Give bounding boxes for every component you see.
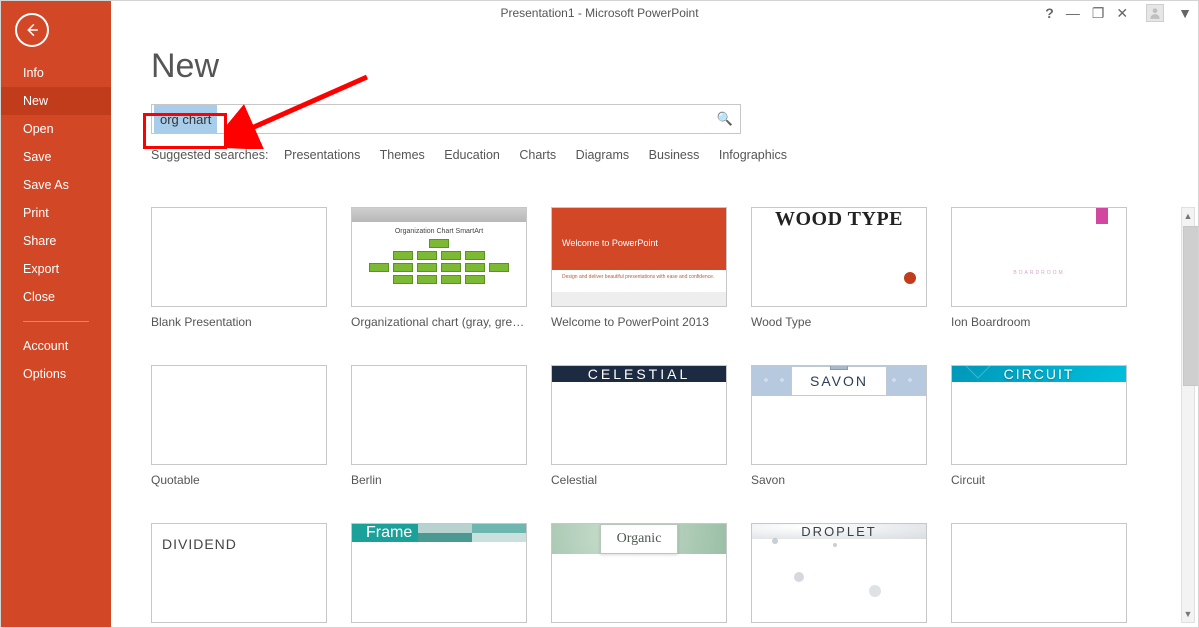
- account-avatar[interactable]: [1146, 4, 1164, 22]
- scroll-up-icon[interactable]: ▲: [1182, 208, 1194, 224]
- template-tile[interactable]: OrganicOrganic: [551, 523, 727, 627]
- template-tile[interactable]: DROPLETDroplet: [751, 523, 927, 627]
- sidebar-item-save-as[interactable]: Save As: [1, 171, 111, 199]
- suggested-presentations[interactable]: Presentations: [284, 148, 360, 162]
- suggested-charts[interactable]: Charts: [519, 148, 556, 162]
- sidebar-item-export[interactable]: Export: [1, 255, 111, 283]
- title-bar: Presentation1 - Microsoft PowerPoint ? —…: [1, 1, 1198, 25]
- template-tile[interactable]: CIRCUIT Circuit: [951, 365, 1127, 487]
- template-thumb: MAIN EVENT: [951, 523, 1127, 623]
- scrollbar-thumb[interactable]: [1183, 226, 1198, 386]
- template-name: Blank Presentation: [151, 315, 327, 329]
- template-name: Wood Type: [751, 315, 927, 329]
- template-thumb: CELESTIAL: [551, 365, 727, 465]
- suggested-searches: Suggested searches: Presentations Themes…: [151, 148, 1198, 162]
- template-thumb: Quotable: [151, 365, 327, 465]
- suggested-education[interactable]: Education: [444, 148, 500, 162]
- template-tile[interactable]: Organization Chart SmartArt Organizationa…: [351, 207, 527, 329]
- sidebar-item-open[interactable]: Open: [1, 115, 111, 143]
- search-button[interactable]: 🔍: [710, 105, 740, 133]
- template-thumb: DROPLET: [751, 523, 927, 623]
- person-icon: [1148, 6, 1162, 20]
- gallery-scrollbar[interactable]: ▲ ▼: [1181, 207, 1195, 623]
- back-button[interactable]: [15, 13, 49, 47]
- suggested-business[interactable]: Business: [649, 148, 700, 162]
- window-title: Presentation1 - Microsoft PowerPoint: [1, 1, 1198, 25]
- search-input[interactable]: [152, 105, 710, 133]
- template-thumb: SAVON: [751, 365, 927, 465]
- template-name: Berlin: [351, 473, 527, 487]
- close-button[interactable]: ✕: [1116, 1, 1128, 25]
- template-thumb: [151, 207, 327, 307]
- sidebar-item-account[interactable]: Account: [1, 332, 111, 360]
- template-thumb: CIRCUIT: [951, 365, 1127, 465]
- template-name: Savon: [751, 473, 927, 487]
- template-thumb: IONBOARDROOM: [951, 207, 1127, 307]
- template-tile[interactable]: MAIN EVENTMain Event: [951, 523, 1127, 627]
- template-tile[interactable]: Welcome to PowerPointDesign and deliver …: [551, 207, 727, 329]
- window-controls: ? — ❐ ✕ ▼: [1045, 1, 1192, 25]
- template-thumb: DIVIDEND: [151, 523, 327, 623]
- main-content: New 🔍 Suggested searches: Presentations …: [111, 25, 1198, 627]
- template-tile[interactable]: IONBOARDROOM Ion Boardroom: [951, 207, 1127, 329]
- page-title: New: [151, 47, 1198, 86]
- suggested-label: Suggested searches:: [151, 148, 268, 162]
- sidebar-separator: [23, 321, 89, 322]
- sidebar-item-new[interactable]: New: [1, 87, 111, 115]
- template-tile[interactable]: SAVON Savon: [751, 365, 927, 487]
- sidebar-item-info[interactable]: Info: [1, 59, 111, 87]
- template-thumb: WOOD TYPE: [751, 207, 927, 307]
- template-thumb: Frame: [351, 523, 527, 623]
- file-menu: Info New Open Save Save As Print Share E…: [1, 59, 111, 388]
- template-name: Organizational chart (gray, green…: [351, 315, 527, 329]
- sidebar-item-options[interactable]: Options: [1, 360, 111, 388]
- backstage-sidebar: Info New Open Save Save As Print Share E…: [1, 1, 111, 627]
- scroll-down-icon[interactable]: ▼: [1182, 606, 1194, 622]
- suggested-diagrams[interactable]: Diagrams: [576, 148, 630, 162]
- sidebar-item-close[interactable]: Close: [1, 283, 111, 311]
- template-tile[interactable]: DIVIDENDDividend: [151, 523, 327, 627]
- template-tile[interactable]: CELESTIAL Celestial: [551, 365, 727, 487]
- template-tile[interactable]: Berlin Berlin: [351, 365, 527, 487]
- restore-button[interactable]: ❐: [1092, 1, 1105, 25]
- template-name: Celestial: [551, 473, 727, 487]
- search-box[interactable]: 🔍: [151, 104, 741, 134]
- sidebar-item-save[interactable]: Save: [1, 143, 111, 171]
- template-tile[interactable]: WOOD TYPE Wood Type: [751, 207, 927, 329]
- arrow-left-icon: [23, 21, 41, 39]
- sidebar-item-share[interactable]: Share: [1, 227, 111, 255]
- template-thumb: Organization Chart SmartArt: [351, 207, 527, 307]
- template-tile[interactable]: Blank Presentation: [151, 207, 327, 329]
- search-icon: 🔍: [717, 111, 733, 127]
- template-name: Circuit: [951, 473, 1127, 487]
- help-icon[interactable]: ?: [1045, 1, 1054, 25]
- template-tile[interactable]: Quotable Quotable: [151, 365, 327, 487]
- template-tile[interactable]: FrameFrame: [351, 523, 527, 627]
- template-thumb: Organic: [551, 523, 727, 623]
- template-gallery: Blank Presentation Organization Chart Sma…: [151, 207, 1174, 627]
- suggested-infographics[interactable]: Infographics: [719, 148, 787, 162]
- template-thumb: Welcome to PowerPointDesign and deliver …: [551, 207, 727, 307]
- suggested-themes[interactable]: Themes: [380, 148, 425, 162]
- template-name: Welcome to PowerPoint 2013: [551, 315, 727, 329]
- template-name: Quotable: [151, 473, 327, 487]
- template-name: Ion Boardroom: [951, 315, 1127, 329]
- account-caret-icon[interactable]: ▼: [1178, 1, 1192, 25]
- minimize-button[interactable]: —: [1066, 1, 1080, 25]
- template-thumb: Berlin: [351, 365, 527, 465]
- sidebar-item-print[interactable]: Print: [1, 199, 111, 227]
